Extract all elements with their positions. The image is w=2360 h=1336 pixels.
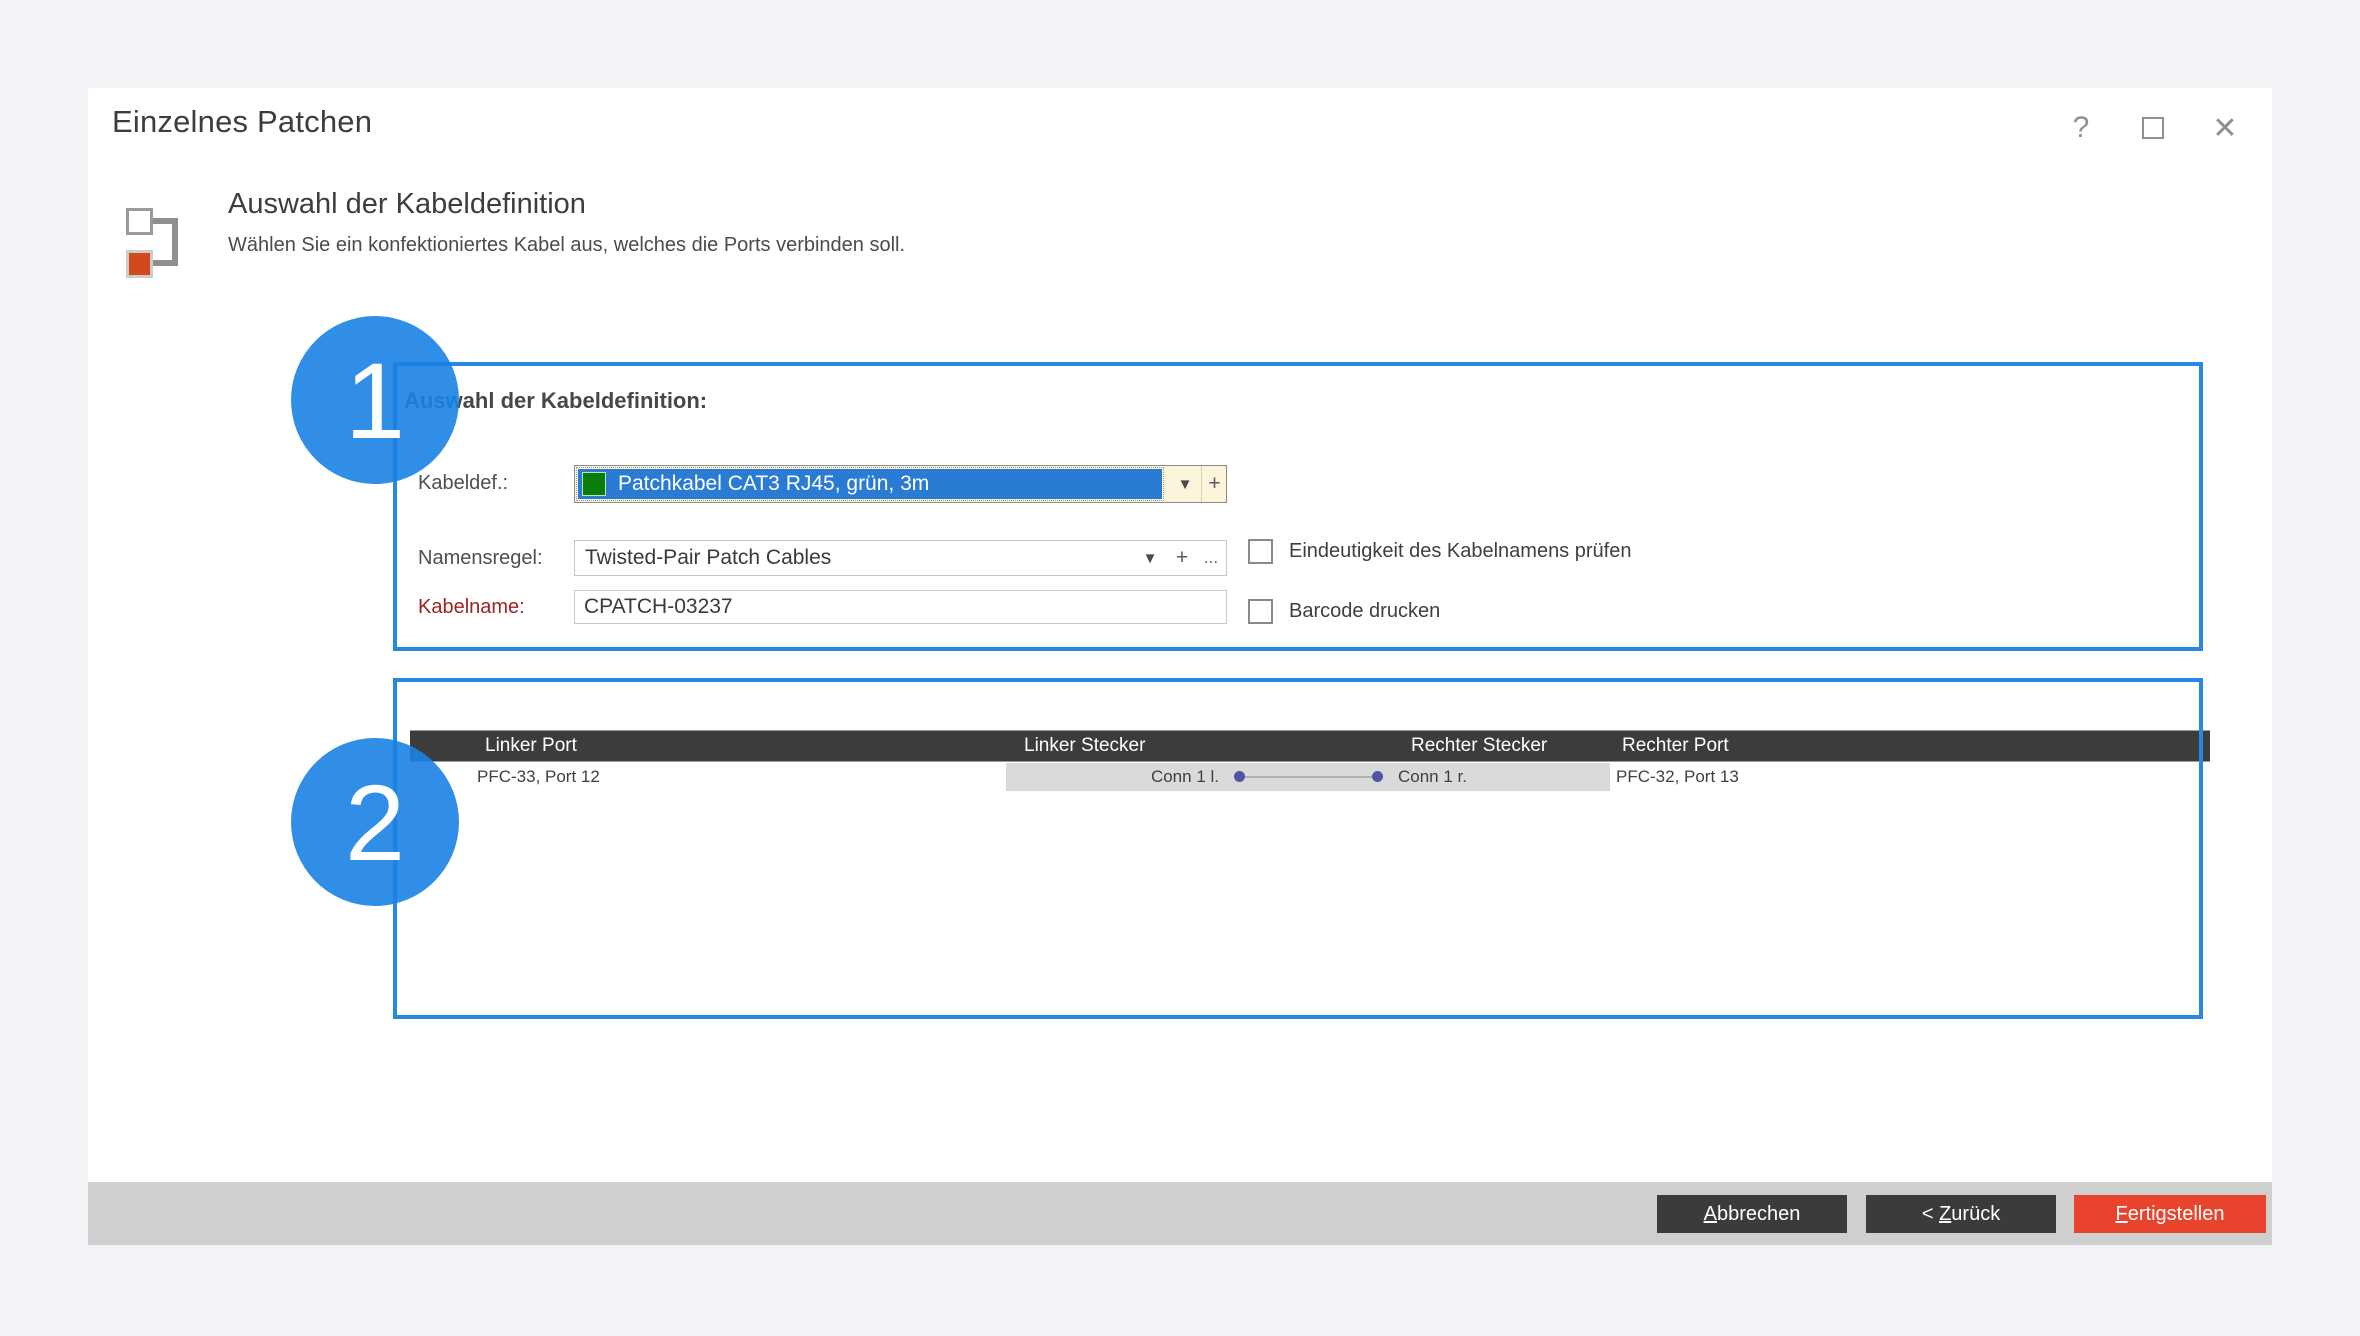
- page-subtitle: Wählen Sie ein konfektioniertes Kabel au…: [228, 234, 906, 256]
- kabeldef-label: Kabeldef.:: [418, 472, 509, 494]
- left-connector-label: Conn 1 l.: [1150, 767, 1219, 786]
- chevron-down-icon[interactable]: ▼: [1135, 541, 1165, 575]
- left-port-cell: PFC-33, Port 12: [477, 767, 600, 786]
- uniqueness-checkbox[interactable]: [1248, 539, 1273, 564]
- window-title: Einzelnes Patchen: [112, 104, 373, 139]
- namensregel-label: Namensregel:: [418, 547, 543, 569]
- add-cable-definition-icon[interactable]: +: [1201, 466, 1227, 502]
- table-header-row: Linker Port Linker Stecker Rechter Steck…: [410, 730, 2210, 762]
- column-header-rechter-port[interactable]: Rechter Port: [1622, 731, 1729, 761]
- barcode-checkbox[interactable]: [1248, 599, 1273, 624]
- column-header-rechter-stecker[interactable]: Rechter Stecker: [1411, 731, 1547, 761]
- kabelname-label: Kabelname:: [418, 596, 525, 618]
- chevron-down-icon[interactable]: ▼: [1170, 466, 1200, 502]
- uniqueness-checkbox-label: Eindeutigkeit des Kabelnamens prüfen: [1289, 540, 1632, 562]
- left-connector-dot-icon: [1234, 771, 1245, 782]
- cancel-button[interactable]: Abbrechen: [1657, 1195, 1847, 1233]
- kabeldef-combobox[interactable]: Patchkabel CAT3 RJ45, grün, 3m ▼ +: [574, 465, 1227, 503]
- cable-connection-line: [1239, 776, 1377, 778]
- table-row[interactable]: PFC-33, Port 12 Conn 1 l. Conn 1 r. PFC-…: [410, 762, 2210, 792]
- add-naming-rule-icon[interactable]: +: [1169, 541, 1195, 575]
- namensregel-value: Twisted-Pair Patch Cables: [585, 546, 832, 569]
- right-connector-dot-icon: [1372, 771, 1383, 782]
- back-button[interactable]: < Zurück: [1866, 1195, 2056, 1233]
- close-icon[interactable]: ✕: [2204, 110, 2246, 146]
- uniqueness-check-option[interactable]: Eindeutigkeit des Kabelnamens prüfen: [1248, 539, 1631, 564]
- window-controls: ? ✕: [2060, 110, 2246, 146]
- kabelname-input[interactable]: [574, 590, 1227, 624]
- patch-cable-icon: [124, 206, 188, 290]
- cable-color-swatch: [582, 472, 606, 496]
- cable-definition-group: Auswahl der Kabeldefinition: Kabeldef.: …: [393, 362, 2203, 651]
- kabeldef-value: Patchkabel CAT3 RJ45, grün, 3m: [618, 472, 930, 495]
- right-port-cell: PFC-32, Port 13: [1616, 767, 1739, 786]
- more-options-icon[interactable]: ...: [1197, 541, 1225, 575]
- maximize-icon[interactable]: [2132, 110, 2174, 146]
- dialog-footer: Abbrechen < Zurück Fertigstellen: [88, 1182, 2272, 1245]
- page-title: Auswahl der Kabeldefinition: [228, 188, 586, 220]
- right-connector-label: Conn 1 r.: [1398, 767, 1467, 786]
- column-header-linker-stecker[interactable]: Linker Stecker: [1024, 731, 1145, 761]
- step-1-badge: 1: [291, 316, 459, 484]
- patch-connections-table: Linker Port Linker Stecker Rechter Steck…: [410, 730, 2210, 792]
- barcode-checkbox-label: Barcode drucken: [1289, 600, 1441, 622]
- help-icon[interactable]: ?: [2060, 110, 2102, 146]
- connection-table-group: Linker Port Linker Stecker Rechter Steck…: [393, 678, 2210, 1019]
- step-2-badge: 2: [291, 738, 459, 906]
- wizard-dialog: Einzelnes Patchen ? ✕ Auswahl der Kabeld…: [88, 88, 2272, 1245]
- namensregel-combobox[interactable]: Twisted-Pair Patch Cables ▼ + ...: [574, 540, 1227, 576]
- patch-icon-square-top: [126, 208, 153, 235]
- column-header-linker-port[interactable]: Linker Port: [485, 731, 577, 761]
- patch-icon-square-bottom: [126, 250, 153, 278]
- kabeldef-selected-item[interactable]: Patchkabel CAT3 RJ45, grün, 3m: [576, 467, 1164, 501]
- barcode-print-option[interactable]: Barcode drucken: [1248, 599, 1440, 624]
- connector-cell: Conn 1 l. Conn 1 r.: [1006, 763, 1610, 791]
- patch-icon-bracket: [150, 218, 178, 266]
- finish-button[interactable]: Fertigstellen: [2074, 1195, 2266, 1233]
